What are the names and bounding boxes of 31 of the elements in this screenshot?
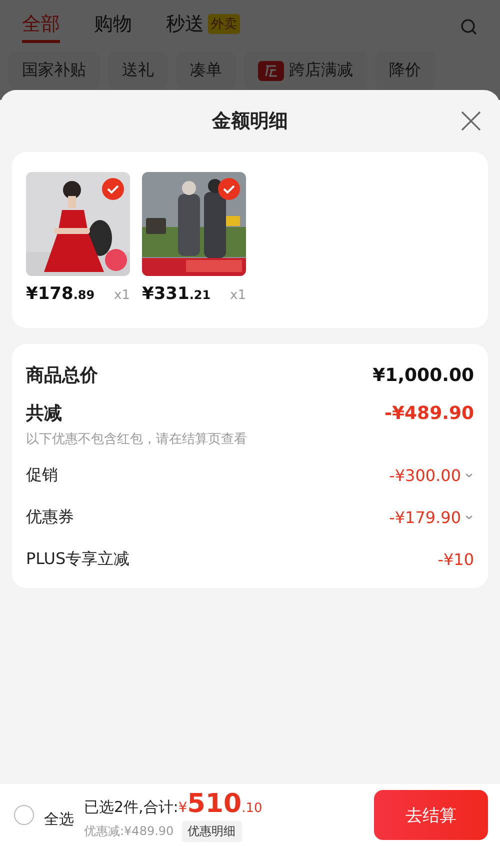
summary-text: 已选2件,合计: (84, 798, 178, 816)
discount-text: 优惠减:¥489.90 (84, 822, 174, 840)
quantity-text: x1 (230, 288, 246, 303)
tab[interactable]: 购物 (94, 11, 132, 43)
amount: -¥489.90 (384, 402, 474, 424)
checkout-button[interactable]: 去结算 (374, 790, 488, 840)
quantity-text: x1 (114, 288, 130, 303)
amount[interactable]: -¥179.90 (389, 508, 474, 526)
select-all-label[interactable]: 全选 (44, 810, 74, 828)
row-label: 促销 (26, 464, 58, 486)
tab-badge: 外卖 (208, 14, 240, 34)
checkmark-icon[interactable] (102, 178, 124, 200)
amount: -¥10 (438, 550, 474, 568)
row-label: PLUS专享立减 (26, 548, 130, 570)
product-price: ¥331.21 (142, 284, 211, 304)
tab[interactable]: 全部 (22, 11, 60, 43)
detail-button[interactable]: 优惠明细 (182, 820, 242, 842)
select-all-radio[interactable] (14, 805, 34, 825)
product-price: ¥178.89 (26, 284, 95, 304)
sheet-title: 金额明细 (212, 109, 288, 134)
search-icon[interactable] (460, 18, 478, 36)
close-icon[interactable] (460, 110, 482, 132)
row-label: 优惠券 (26, 506, 74, 528)
note-text: 以下优惠不包含红包，请在结算页查看 (26, 431, 248, 448)
amount[interactable]: -¥300.00 (389, 466, 474, 484)
checkmark-icon[interactable] (218, 178, 240, 200)
tab[interactable]: 秒送 外卖 (166, 11, 240, 43)
row-label: 商品总价 (26, 364, 98, 387)
amount: ¥1,000.00 (372, 364, 474, 386)
total-price: ¥510.10 (178, 788, 262, 818)
row-label: 共减 (26, 402, 62, 425)
